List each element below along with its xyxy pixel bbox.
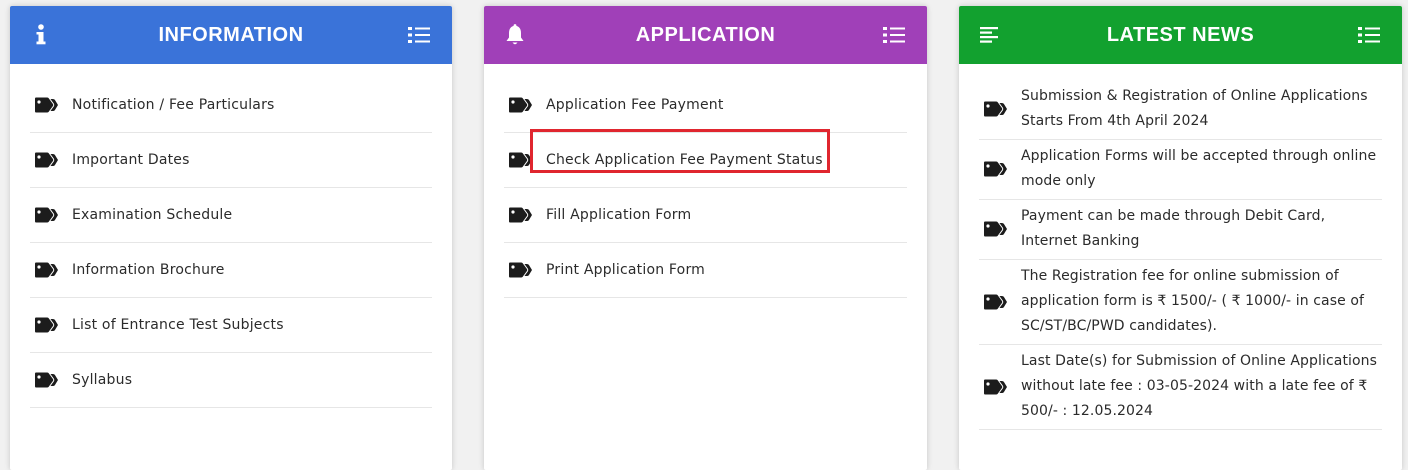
application-header: APPLICATION	[484, 6, 927, 64]
info-icon	[28, 22, 54, 48]
information-list: Notification / Fee Particulars Important…	[10, 64, 452, 408]
tags-icon	[508, 206, 532, 224]
information-item-label[interactable]: Information Brochure	[72, 262, 225, 278]
tags-icon	[508, 151, 532, 169]
information-card: INFORMATION Notification / Fee Particula…	[10, 6, 452, 470]
information-item-entrance-test-subjects[interactable]: List of Entrance Test Subjects	[30, 298, 432, 353]
information-item-information-brochure[interactable]: Information Brochure	[30, 243, 432, 298]
application-item-fee-payment[interactable]: Application Fee Payment	[504, 78, 907, 133]
application-item-label[interactable]: Check Application Fee Payment Status	[546, 152, 823, 168]
application-item-check-payment-status[interactable]: Check Application Fee Payment Status	[504, 129, 907, 188]
list-icon[interactable]	[881, 22, 907, 48]
tags-icon	[983, 100, 1007, 118]
news-title: LATEST NEWS	[1106, 23, 1255, 46]
news-card: LATEST NEWS Submission & Registration of…	[959, 6, 1402, 470]
bell-icon	[502, 22, 528, 48]
application-item-label[interactable]: Fill Application Form	[546, 207, 691, 223]
application-item-fill-form[interactable]: Fill Application Form	[504, 188, 907, 243]
news-item-text[interactable]: Last Date(s) for Submission of Online Ap…	[1021, 349, 1382, 424]
news-list: Submission & Registration of Online Appl…	[959, 64, 1402, 430]
news-item-text[interactable]: Application Forms will be accepted throu…	[1021, 144, 1382, 194]
application-list: Application Fee Payment Check Applicatio…	[484, 64, 927, 298]
news-item-text[interactable]: Payment can be made through Debit Card, …	[1021, 204, 1382, 254]
tags-icon	[34, 96, 58, 114]
tags-icon	[34, 316, 58, 334]
tags-icon	[508, 261, 532, 279]
list-icon[interactable]	[1356, 22, 1382, 48]
information-item-examination-schedule[interactable]: Examination Schedule	[30, 188, 432, 243]
tags-icon	[983, 378, 1007, 396]
tags-icon	[983, 293, 1007, 311]
tags-icon	[34, 151, 58, 169]
information-title: INFORMATION	[158, 23, 304, 46]
news-item[interactable]: The Registration fee for online submissi…	[979, 260, 1382, 345]
information-header: INFORMATION	[10, 6, 452, 64]
information-item-label[interactable]: Syllabus	[72, 372, 132, 388]
application-item-print-form[interactable]: Print Application Form	[504, 243, 907, 298]
tags-icon	[508, 96, 532, 114]
tags-icon	[983, 160, 1007, 178]
news-item-text[interactable]: The Registration fee for online submissi…	[1021, 264, 1382, 339]
information-item-important-dates[interactable]: Important Dates	[30, 133, 432, 188]
application-title: APPLICATION	[635, 23, 776, 46]
tags-icon	[34, 206, 58, 224]
news-item-text[interactable]: Submission & Registration of Online Appl…	[1021, 84, 1382, 134]
information-item-label[interactable]: List of Entrance Test Subjects	[72, 317, 284, 333]
tags-icon	[34, 371, 58, 389]
tags-icon	[34, 261, 58, 279]
information-item-label[interactable]: Examination Schedule	[72, 207, 232, 223]
information-item-label[interactable]: Important Dates	[72, 152, 190, 168]
align-left-icon	[977, 22, 1003, 48]
news-item[interactable]: Payment can be made through Debit Card, …	[979, 200, 1382, 260]
news-item[interactable]: Last Date(s) for Submission of Online Ap…	[979, 345, 1382, 430]
information-item-notification-fee[interactable]: Notification / Fee Particulars	[30, 78, 432, 133]
list-icon[interactable]	[406, 22, 432, 48]
information-item-label[interactable]: Notification / Fee Particulars	[72, 97, 275, 113]
application-item-label[interactable]: Print Application Form	[546, 262, 705, 278]
application-item-label[interactable]: Application Fee Payment	[546, 97, 724, 113]
application-card: APPLICATION Application Fee Payment Chec…	[484, 6, 927, 470]
tags-icon	[983, 220, 1007, 238]
information-item-syllabus[interactable]: Syllabus	[30, 353, 432, 408]
news-item[interactable]: Submission & Registration of Online Appl…	[979, 80, 1382, 140]
news-item[interactable]: Application Forms will be accepted throu…	[979, 140, 1382, 200]
news-header: LATEST NEWS	[959, 6, 1402, 64]
